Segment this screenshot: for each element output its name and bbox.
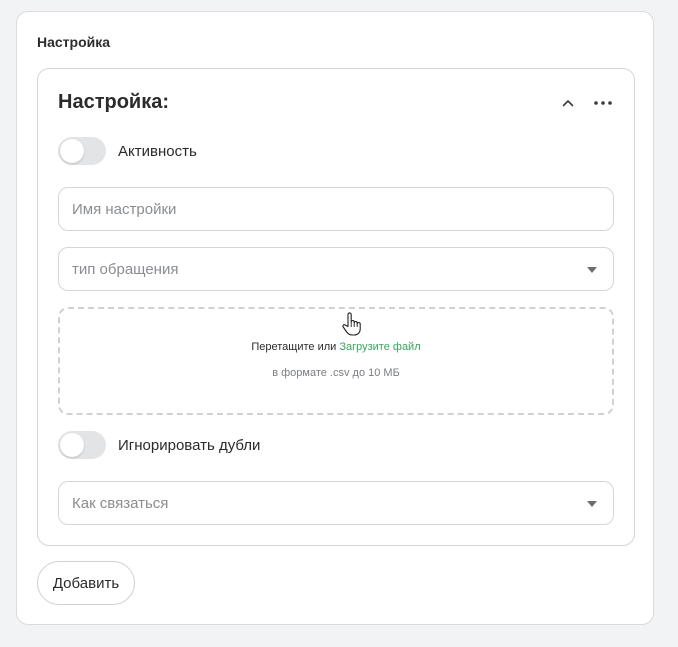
ignore-duplicates-toggle-row: Игнорировать дубли: [58, 431, 260, 459]
dropzone-hint: в формате .csv до 10 МБ: [272, 367, 400, 379]
contact-method-placeholder: Как связаться: [72, 495, 169, 512]
section-title: Настройка: [37, 34, 111, 50]
toggle-knob: [60, 433, 84, 457]
contact-method-select[interactable]: Как связаться: [58, 481, 614, 525]
toggle-knob: [60, 139, 84, 163]
caret-down-icon: [587, 267, 597, 273]
settings-panel: Настройка Настройка: Активность Имя наст…: [16, 11, 654, 625]
chevron-up-icon[interactable]: [560, 95, 576, 111]
setting-name-placeholder: Имя настройки: [72, 201, 177, 218]
request-type-placeholder: тип обращения: [72, 261, 179, 278]
dropzone-prefix: Перетащите или: [251, 341, 340, 353]
activity-toggle-row: Активность: [58, 137, 197, 165]
ignore-duplicates-toggle[interactable]: [58, 431, 106, 459]
add-button[interactable]: Добавить: [37, 561, 135, 605]
activity-label: Активность: [118, 142, 197, 160]
hand-cursor-icon: [342, 311, 362, 337]
ignore-duplicates-label: Игнорировать дубли: [118, 436, 261, 454]
upload-file-link[interactable]: Загрузите файл: [339, 341, 420, 353]
file-dropzone[interactable]: Перетащите или Загрузите файл в формате …: [58, 307, 614, 415]
caret-down-icon: [587, 501, 597, 507]
request-type-select[interactable]: тип обращения: [58, 247, 614, 291]
setting-name-input[interactable]: Имя настройки: [58, 187, 614, 231]
more-horizontal-icon[interactable]: [592, 94, 614, 112]
dropzone-instruction: Перетащите или Загрузите файл: [60, 341, 612, 353]
activity-toggle[interactable]: [58, 137, 106, 165]
settings-card: Настройка: Активность Имя настройки тип …: [37, 68, 635, 546]
card-title: Настройка:: [58, 91, 170, 113]
